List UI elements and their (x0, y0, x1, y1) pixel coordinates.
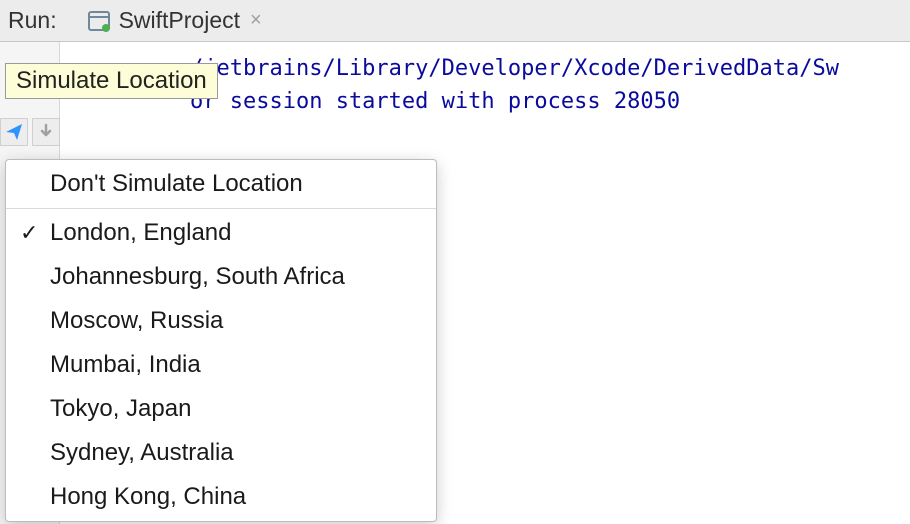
tooltip-text: Simulate Location (16, 67, 207, 94)
menu-item-label: London, England (50, 219, 232, 247)
menu-item-location[interactable]: Tokyo, Japan (6, 387, 436, 431)
run-toolbar: Run: SwiftProject × (0, 0, 910, 42)
menu-item-location[interactable]: ✓London, England (6, 211, 436, 255)
menu-item-label: Sydney, Australia (50, 439, 234, 467)
menu-item-label: Moscow, Russia (50, 307, 223, 335)
menu-item-label: Mumbai, India (50, 351, 201, 379)
menu-item-dont-simulate[interactable]: Don't Simulate Location (6, 162, 436, 206)
menu-item-label: Don't Simulate Location (50, 170, 303, 198)
close-icon[interactable]: × (250, 9, 262, 32)
menu-item-location[interactable]: Moscow, Russia (6, 299, 436, 343)
download-button[interactable] (32, 118, 60, 146)
location-dropdown-menu: Don't Simulate Location ✓London, England… (5, 159, 437, 522)
tab-label: SwiftProject (119, 7, 240, 34)
menu-divider (6, 208, 436, 209)
menu-item-location[interactable]: Johannesburg, South Africa (6, 255, 436, 299)
checkmark-icon: ✓ (20, 220, 50, 246)
menu-item-location[interactable]: Hong Kong, China (6, 475, 436, 519)
menu-item-label: Johannesburg, South Africa (50, 263, 345, 291)
swift-config-icon (87, 9, 111, 33)
menu-item-label: Tokyo, Japan (50, 395, 191, 423)
simulate-location-button[interactable] (0, 118, 28, 146)
tooltip-simulate-location: Simulate Location (5, 63, 218, 99)
menu-item-location[interactable]: Mumbai, India (6, 343, 436, 387)
run-label: Run: (8, 7, 57, 34)
menu-item-location[interactable]: Sydney, Australia (6, 431, 436, 475)
run-config-tab[interactable]: SwiftProject × (77, 0, 272, 42)
menu-item-label: Hong Kong, China (50, 483, 246, 511)
